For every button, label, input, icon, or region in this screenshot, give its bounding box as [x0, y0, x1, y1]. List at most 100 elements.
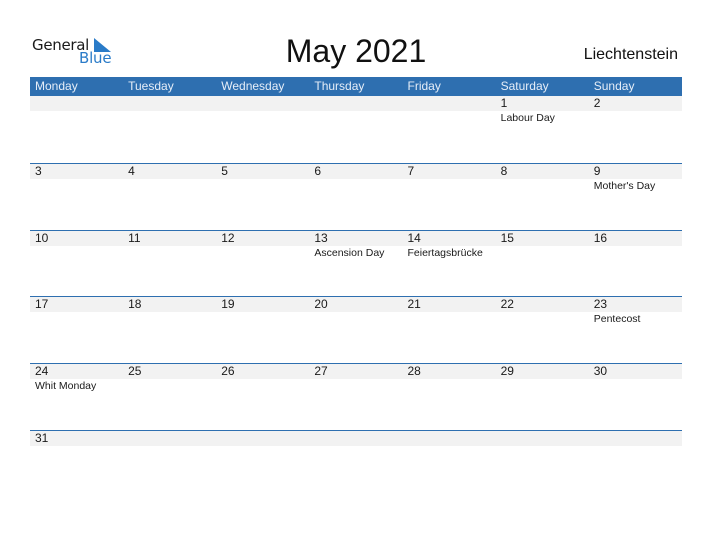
day-number: 24: [30, 364, 124, 379]
week-row: 1 Labour Day 2: [30, 96, 682, 163]
day-number: 29: [495, 364, 589, 379]
day-number: 22: [495, 297, 589, 312]
day-cell: 13 Ascension Day: [309, 231, 403, 298]
day-cell: 21: [402, 297, 496, 364]
day-number: 15: [495, 231, 589, 246]
day-cell: 29: [495, 364, 589, 431]
day-number: [30, 96, 124, 111]
day-number: 10: [30, 231, 124, 246]
weekday-saturday: Saturday: [500, 79, 549, 93]
day-number: [309, 96, 403, 111]
weekday-wednesday: Wednesday: [221, 79, 285, 93]
day-cell: 27: [309, 364, 403, 431]
week-row: 10 11 12 13 Ascension Day 14 Feiertagsbrücke 15…: [30, 230, 682, 298]
day-cell: 4: [123, 164, 217, 231]
day-cell: [216, 431, 310, 498]
day-cell: 6: [309, 164, 403, 231]
day-cell: 12: [216, 231, 310, 298]
weekday-sunday: Sunday: [593, 79, 635, 93]
day-number: 14: [402, 231, 496, 246]
day-number: 16: [588, 231, 682, 246]
day-number: 17: [30, 297, 124, 312]
day-number: 3: [30, 164, 124, 179]
day-cell: 11: [123, 231, 217, 298]
day-number: 31: [30, 431, 124, 446]
day-cell: [402, 431, 496, 498]
day-cell: 28: [402, 364, 496, 431]
day-cell: 24 Whit Monday: [30, 364, 124, 431]
day-number: 28: [402, 364, 496, 379]
day-number: [216, 431, 310, 446]
day-cell: [30, 96, 124, 163]
day-number: [495, 431, 589, 446]
day-cell: 15: [495, 231, 589, 298]
day-number: 5: [216, 164, 310, 179]
day-cell: [123, 431, 217, 498]
day-cell: 22: [495, 297, 589, 364]
weekday-tuesday: Tuesday: [128, 79, 174, 93]
day-cell: 9 Mother's Day: [588, 164, 682, 231]
day-cell: [309, 96, 403, 163]
weekday-header: Monday Tuesday Wednesday Thursday Friday…: [30, 77, 682, 96]
day-cell: 3: [30, 164, 124, 231]
day-cell: 14 Feiertagsbrücke: [402, 231, 496, 298]
day-cell: 5: [216, 164, 310, 231]
day-number: 13: [309, 231, 403, 246]
day-cell: [402, 96, 496, 163]
day-number: [123, 431, 217, 446]
day-number: 11: [123, 231, 217, 246]
day-number: 21: [402, 297, 496, 312]
weekday-friday: Friday: [407, 79, 441, 93]
day-cell: [495, 431, 589, 498]
holiday-label: Mother's Day: [593, 180, 656, 192]
day-cell: 18: [123, 297, 217, 364]
day-number: 4: [123, 164, 217, 179]
day-number: 27: [309, 364, 403, 379]
day-number: 1: [495, 96, 589, 111]
day-number: 2: [588, 96, 682, 111]
day-number: 23: [588, 297, 682, 312]
day-cell: [309, 431, 403, 498]
week-row: 17 18 19 20 21 22 23 Pentecost: [30, 296, 682, 364]
day-cell: 2: [588, 96, 682, 163]
day-number: [402, 96, 496, 111]
day-cell: 1 Labour Day: [495, 96, 589, 163]
day-number: [309, 431, 403, 446]
day-number: [216, 96, 310, 111]
holiday-label: Whit Monday: [35, 380, 97, 392]
day-number: 6: [309, 164, 403, 179]
day-number: 25: [123, 364, 217, 379]
day-cell: 20: [309, 297, 403, 364]
day-number: 26: [216, 364, 310, 379]
day-cell: [123, 96, 217, 163]
day-number: 18: [123, 297, 217, 312]
holiday-label: Labour Day: [500, 112, 555, 124]
day-number: [588, 431, 682, 446]
day-number: 20: [309, 297, 403, 312]
day-cell: 19: [216, 297, 310, 364]
country-label: Liechtenstein: [583, 46, 678, 63]
day-number: 19: [216, 297, 310, 312]
holiday-label: Ascension Day: [314, 247, 385, 259]
day-cell: 8: [495, 164, 589, 231]
day-cell: 10: [30, 231, 124, 298]
week-row: 24 Whit Monday 25 26 27 28 29 30: [30, 363, 682, 431]
day-number: [123, 96, 217, 111]
holiday-label: Pentecost: [593, 313, 641, 325]
day-number: 7: [402, 164, 496, 179]
day-number: 8: [495, 164, 589, 179]
day-number: 12: [216, 231, 310, 246]
holiday-label: Feiertagsbrücke: [407, 247, 483, 259]
day-cell: [216, 96, 310, 163]
day-cell: [588, 431, 682, 498]
week-row: 3 4 5 6 7 8 9 Mother's Day: [30, 163, 682, 231]
day-number: 30: [588, 364, 682, 379]
day-cell: 7: [402, 164, 496, 231]
day-cell: 17: [30, 297, 124, 364]
day-cell: 25: [123, 364, 217, 431]
week-row: 31: [30, 430, 682, 498]
day-number: 9: [588, 164, 682, 179]
day-cell: 23 Pentecost: [588, 297, 682, 364]
day-cell: 26: [216, 364, 310, 431]
day-cell: 16: [588, 231, 682, 298]
